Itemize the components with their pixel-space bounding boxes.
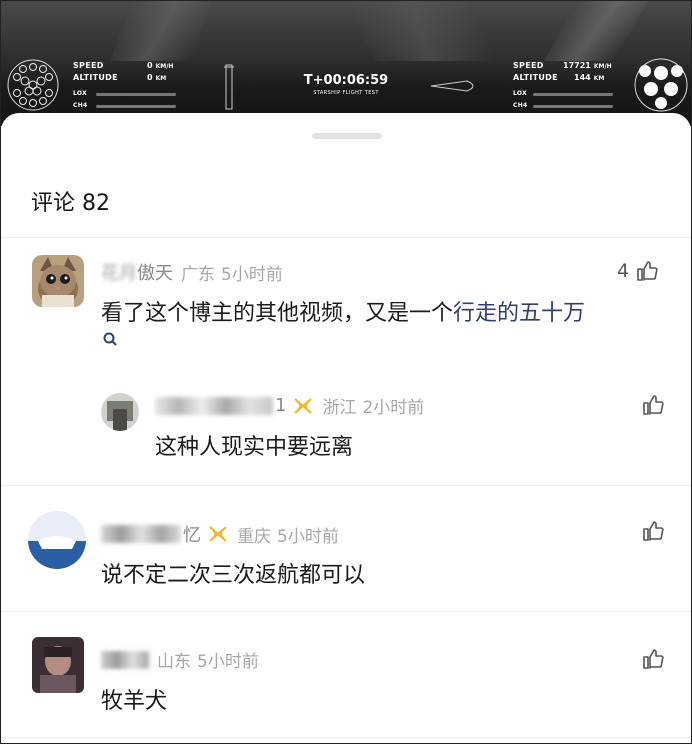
left-speed-value: 0 KM/H: [147, 61, 174, 70]
comment-author[interactable]: 花月 傲天 广东 5小时前: [101, 259, 283, 285]
comment-text: 牧羊犬: [101, 689, 168, 714]
avatar[interactable]: [32, 255, 84, 307]
thumbs-up-icon: [637, 261, 658, 281]
left-altitude-value: 0 KM: [147, 73, 167, 82]
author-name: 1: [275, 395, 287, 416]
avatar[interactable]: [32, 637, 84, 693]
right-altitude-label: ALTITUDE: [513, 73, 558, 82]
thumbs-up-icon: [643, 649, 664, 669]
booster-engine-icon: [7, 59, 59, 111]
comment-author[interactable]: 忆 重庆 5小时前: [101, 521, 339, 547]
right-lox-label: LOX: [513, 90, 528, 97]
like-button[interactable]: 4: [617, 259, 659, 283]
thumbs-up-icon: [643, 395, 664, 415]
right-speed-value: 17721 KM/H: [563, 61, 612, 70]
comment-search-link[interactable]: 行走的五十万: [453, 301, 585, 326]
divider: [1, 237, 691, 238]
booster-silhouette-icon: [224, 64, 234, 110]
like-button[interactable]: [641, 519, 665, 543]
left-lox-bar: [96, 93, 176, 96]
comments-sheet: 评论 82 花月 傲天 广东 5小时前 4 看了这个博主的其他视频，又是一个行走…: [1, 113, 691, 743]
comment-time: 5小时前: [221, 264, 283, 285]
comment-time: 2小时前: [362, 398, 425, 418]
author-location: 浙江: [322, 398, 357, 418]
author-name-blurred: 花月: [101, 263, 137, 284]
avatar-image: [32, 637, 84, 693]
left-ch4-bar: [96, 105, 176, 108]
divider: [1, 737, 691, 738]
author-location: 广东: [181, 264, 215, 285]
left-lox-label: LOX: [73, 90, 88, 97]
like-button[interactable]: [641, 647, 665, 671]
author-location: 重庆: [237, 526, 271, 547]
author-location: 山东: [157, 652, 191, 672]
avatar[interactable]: [28, 511, 86, 569]
thumbs-up-icon: [643, 521, 664, 541]
video-frame-detail: [110, 1, 212, 61]
screen: SPEED 0 KM/H ALTITUDE 0 KM LOX CH4 T+00:06…: [0, 0, 692, 744]
comment-author[interactable]: 山东 5小时前: [101, 647, 259, 672]
comment-text: 看了这个博主的其他视频，又是一个行走的五十万: [101, 295, 585, 327]
author-name: 忆: [183, 525, 201, 546]
author-name-blurred: [101, 650, 149, 669]
reply-avatar-image: [101, 393, 139, 431]
divider: [1, 485, 691, 486]
ship-engine-icon: [634, 58, 688, 112]
ship-silhouette-icon: [430, 80, 474, 92]
comment-time: 5小时前: [197, 652, 259, 672]
cat-avatar-image: [32, 255, 84, 307]
video-frame-detail: [543, 1, 649, 61]
like-button[interactable]: [641, 393, 665, 417]
author-name-blurred: [155, 396, 273, 415]
vip-badge-icon: [209, 526, 227, 542]
vip-badge-icon: [294, 397, 313, 414]
like-count: 4: [617, 260, 630, 282]
search-icon[interactable]: [102, 331, 118, 347]
right-lox-bar: [533, 93, 613, 96]
avatar[interactable]: [101, 393, 139, 431]
drag-handle[interactable]: [312, 133, 382, 139]
right-ch4-bar: [533, 105, 613, 108]
video-player[interactable]: SPEED 0 KM/H ALTITUDE 0 KM LOX CH4 T+00:06…: [1, 1, 691, 126]
video-frame-detail: [347, 1, 495, 61]
author-name-blurred: [101, 525, 181, 543]
right-altitude-value: 144 KM: [574, 73, 605, 82]
comment-author[interactable]: 1 浙江 2小时前: [155, 393, 424, 418]
mission-caption: STARSHIP FLIGHT TEST: [313, 90, 379, 96]
left-speed-label: SPEED: [73, 61, 104, 70]
left-altitude-label: ALTITUDE: [73, 73, 118, 82]
author-name: 傲天: [137, 263, 173, 284]
comment-time: 5小时前: [277, 526, 339, 547]
comment-text: 这种人现实中要远离: [155, 435, 354, 460]
divider: [1, 611, 691, 612]
comment-text-plain: 看了这个博主的其他视频，又是一个: [101, 301, 454, 326]
mission-time: T+00:06:59: [303, 73, 389, 88]
left-ch4-label: CH4: [73, 102, 88, 109]
right-ch4-label: CH4: [513, 102, 528, 109]
avatar-image: [28, 511, 86, 569]
mission-clock: T+00:06:59 STARSHIP FLIGHT TEST: [301, 73, 391, 96]
comment-text: 说不定二次三次返航都可以: [101, 563, 366, 588]
comments-count-title: 评论 82: [31, 191, 110, 216]
right-speed-label: SPEED: [513, 61, 544, 70]
